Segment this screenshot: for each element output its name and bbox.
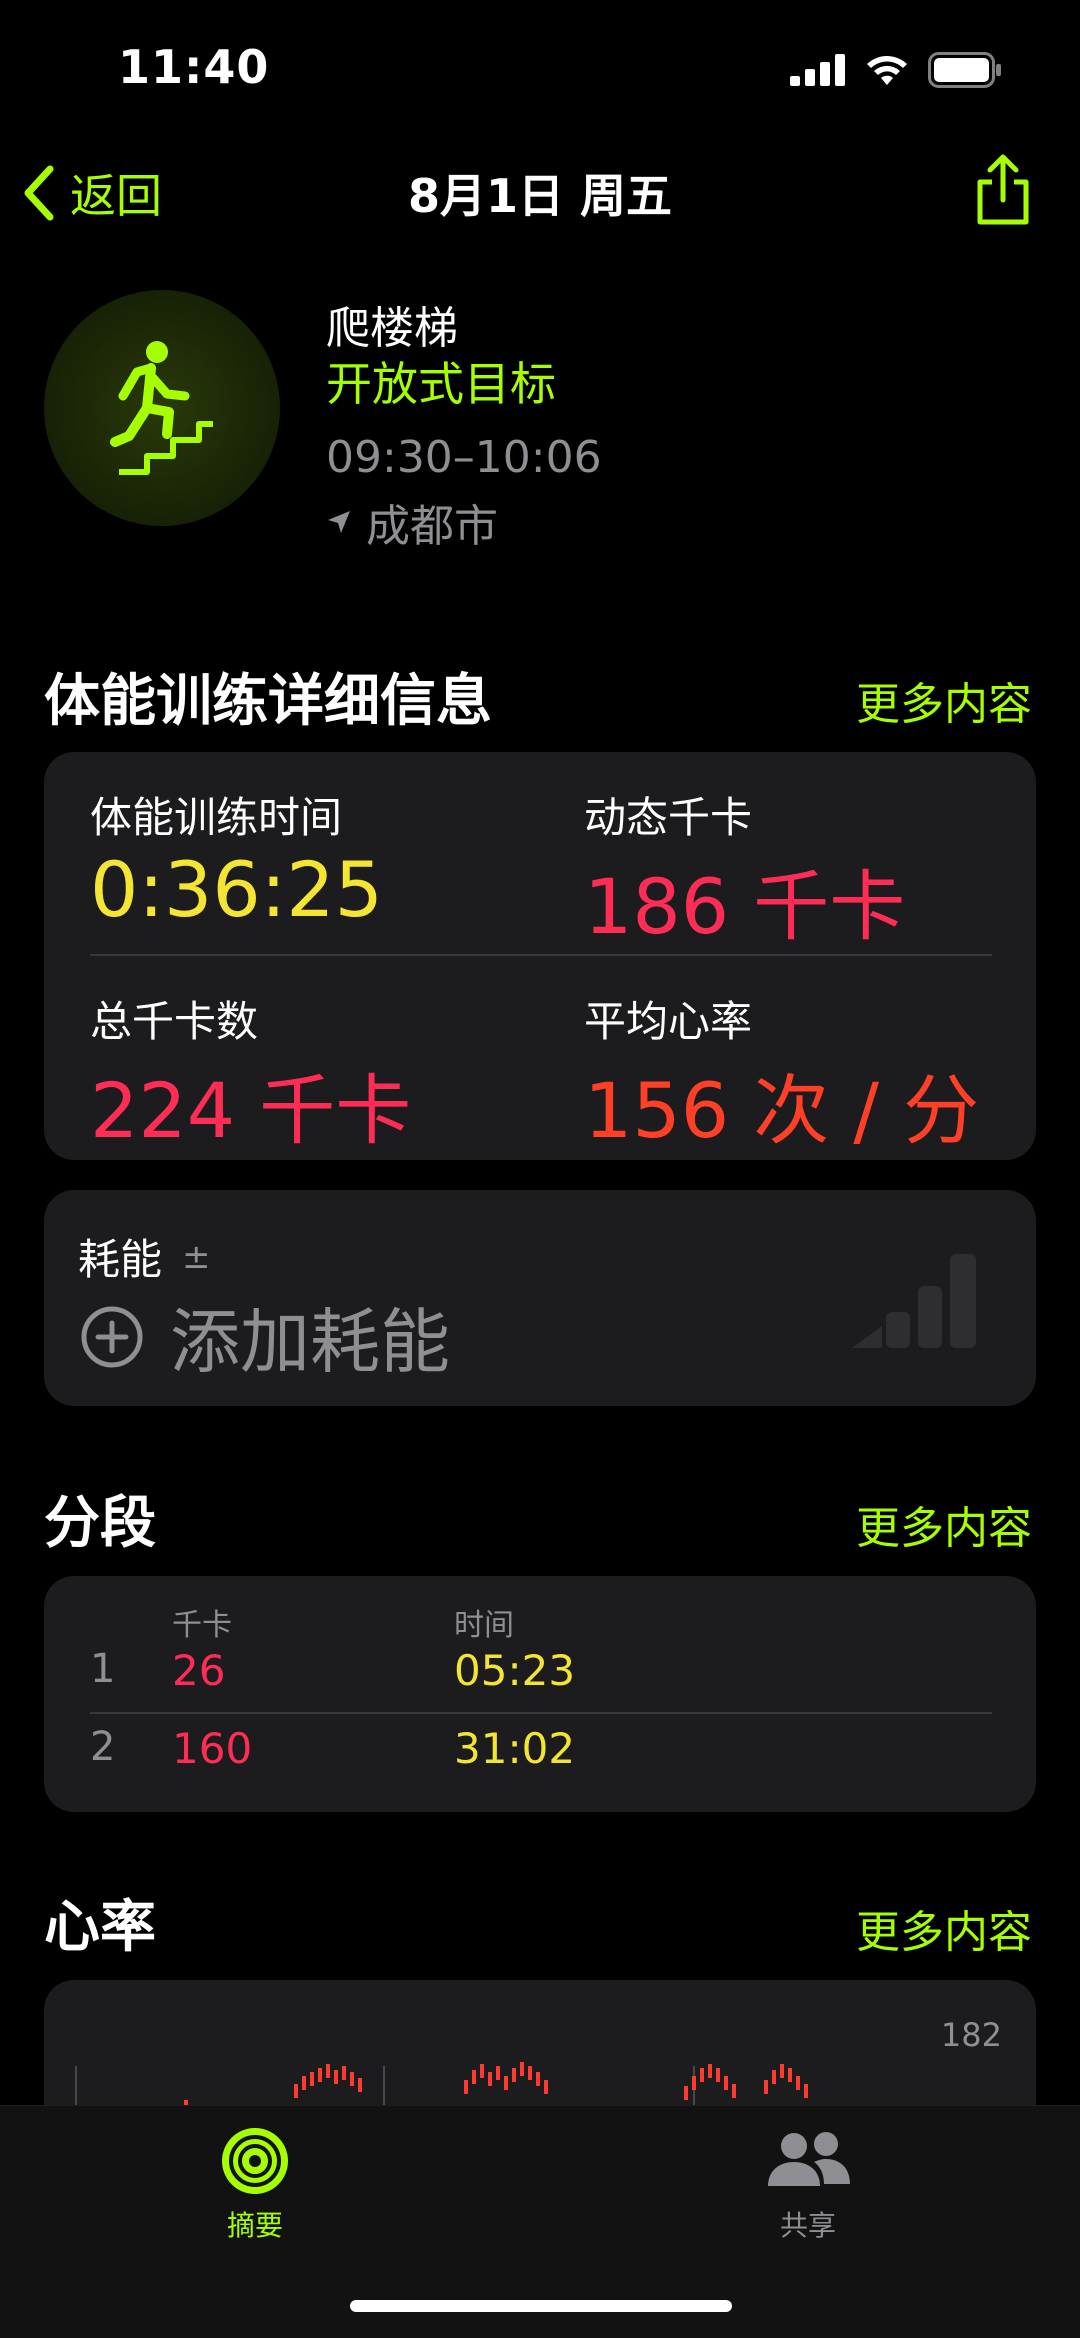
metric-label: 体能训练时间: [90, 793, 343, 842]
effort-level-icon: [852, 1254, 976, 1348]
share-icon: [977, 154, 1029, 225]
metric-label: 平均心率: [584, 997, 753, 1046]
workout-name: 爬楼梯: [326, 303, 458, 354]
share-button[interactable]: [974, 154, 1032, 230]
details-section-title: 体能训练详细信息: [44, 669, 492, 734]
back-label: 返回: [70, 169, 162, 223]
tab-sharing[interactable]: 共享: [762, 2126, 854, 2244]
back-button[interactable]: 返回: [22, 160, 162, 226]
metric-label: 动态千卡: [584, 793, 753, 842]
metric-active-calories: 动态千卡 186 千卡: [584, 784, 905, 955]
metric-total-calories: 总千卡数 224 千卡: [90, 988, 411, 1159]
metric-duration: 体能训练时间 0:36:25: [90, 784, 383, 934]
divider: [90, 954, 992, 956]
activity-rings-icon: [222, 2128, 288, 2194]
divider: [90, 1712, 992, 1714]
tab-summary-label: 摘要: [226, 2209, 283, 2242]
splits-more-link[interactable]: 更多内容: [856, 1492, 1032, 1556]
plus-circle-icon: [81, 1306, 143, 1367]
metric-value: 224 千卡: [90, 1066, 412, 1155]
details-card: 体能训练时间 0:36:25 动态千卡 186 千卡 总千卡数 224 千卡 平…: [44, 752, 1036, 1160]
add-effort-button[interactable]: 添加耗能: [80, 1286, 450, 1387]
splits-col-kcal: 千卡: [172, 1608, 232, 1643]
effort-label: 耗能: [78, 1235, 163, 1284]
effort-card[interactable]: 耗能 ± 添加耗能: [44, 1190, 1036, 1406]
heart-rate-more-link[interactable]: 更多内容: [856, 1896, 1032, 1960]
nav-title: 8月1日 周五: [407, 169, 673, 223]
workout-type-badge: [44, 290, 280, 526]
split-row-time: 31:02: [454, 1724, 576, 1773]
split-row-kcal: 160: [172, 1724, 253, 1773]
metric-avg-heart-rate: 平均心率 156 次 / 分: [584, 988, 979, 1159]
split-row-number: 1: [90, 1646, 116, 1692]
cellular-signal-icon: [790, 54, 845, 86]
effort-header: 耗能 ±: [78, 1226, 211, 1287]
heart-rate-section-title: 心率: [44, 1895, 156, 1960]
people-icon: [768, 2132, 850, 2186]
metric-value: 0:36:25: [90, 845, 383, 934]
workout-location: 成都市: [326, 490, 498, 554]
status-time: 11:40: [118, 40, 270, 94]
status-icons: [790, 52, 1002, 88]
chevron-left-icon: [24, 165, 54, 221]
split-row-number: 2: [90, 1724, 116, 1770]
battery-icon: [928, 52, 1001, 88]
workout-time-range: 09:30–10:06: [326, 432, 602, 483]
workout-goal: 开放式目标: [326, 357, 556, 411]
splits-section-title: 分段: [44, 1491, 156, 1556]
metric-value: 186 千卡: [584, 862, 906, 951]
splits-card: 千卡 时间 1 26 05:23 2 160 31:02: [44, 1576, 1036, 1812]
metric-label: 总千卡数: [90, 997, 259, 1046]
metric-value: 156 次 / 分: [584, 1066, 980, 1155]
splits-col-time: 时间: [454, 1608, 514, 1643]
effort-info: ±: [182, 1236, 211, 1277]
stair-climbing-icon: [110, 341, 213, 475]
tab-sharing-label: 共享: [779, 2209, 836, 2242]
location-arrow-icon: [328, 511, 350, 533]
workout-location-label: 成都市: [366, 501, 498, 552]
split-row-time: 05:23: [454, 1646, 576, 1695]
add-effort-label: 添加耗能: [170, 1301, 450, 1383]
details-more-link[interactable]: 更多内容: [856, 668, 1032, 732]
tab-summary[interactable]: 摘要: [220, 2126, 290, 2244]
split-row-kcal: 26: [172, 1646, 226, 1695]
wifi-icon: [867, 56, 907, 85]
home-indicator: [350, 2300, 732, 2312]
